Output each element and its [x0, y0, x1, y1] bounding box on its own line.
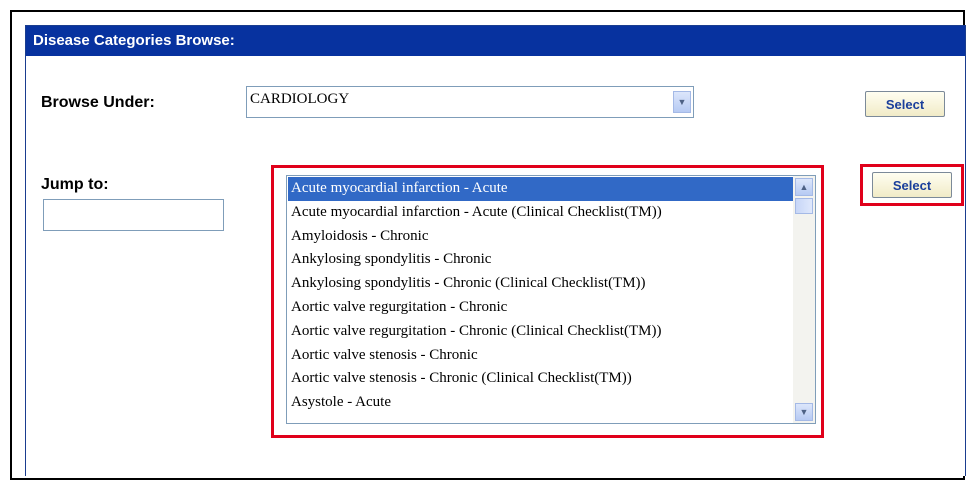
disease-browse-panel: Disease Categories Browse: Browse Under:…: [25, 25, 966, 476]
list-item[interactable]: Aortic valve regurgitation - Chronic: [288, 296, 793, 320]
chevron-up-icon[interactable]: ▲: [795, 178, 813, 196]
list-item[interactable]: Aortic valve stenosis - Chronic (Clinica…: [288, 367, 793, 391]
jump-to-input[interactable]: [43, 199, 224, 231]
browse-under-dropdown[interactable]: CARDIOLOGY ▼: [246, 86, 694, 118]
jump-select-button[interactable]: Select: [872, 172, 952, 198]
disease-listbox[interactable]: Acute myocardial infarction - Acute Acute…: [286, 175, 816, 424]
listbox-scrollbar[interactable]: ▲ ▼: [793, 176, 815, 423]
list-item[interactable]: Ankylosing spondylitis - Chronic: [288, 248, 793, 272]
scrollbar-thumb[interactable]: [795, 198, 813, 214]
list-item[interactable]: Aortic valve regurgitation - Chronic (Cl…: [288, 320, 793, 344]
list-item[interactable]: Acute myocardial infarction - Acute: [288, 177, 793, 201]
chevron-down-icon[interactable]: ▼: [673, 91, 691, 113]
list-item[interactable]: Aortic valve stenosis - Chronic: [288, 344, 793, 368]
list-item[interactable]: Asystole - Acute: [288, 391, 793, 415]
list-item[interactable]: Ankylosing spondylitis - Chronic (Clinic…: [288, 272, 793, 296]
list-item[interactable]: Amyloidosis - Chronic: [288, 225, 793, 249]
disease-list: Acute myocardial infarction - Acute Acute…: [288, 177, 793, 415]
chevron-down-icon[interactable]: ▼: [795, 403, 813, 421]
list-item[interactable]: Acute myocardial infarction - Acute (Cli…: [288, 201, 793, 225]
browse-under-label: Browse Under:: [41, 94, 155, 111]
browse-under-value: CARDIOLOGY: [250, 91, 350, 107]
panel-header: Disease Categories Browse:: [26, 26, 965, 56]
browse-select-button[interactable]: Select: [865, 91, 945, 117]
jump-to-label: Jump to:: [41, 176, 109, 193]
